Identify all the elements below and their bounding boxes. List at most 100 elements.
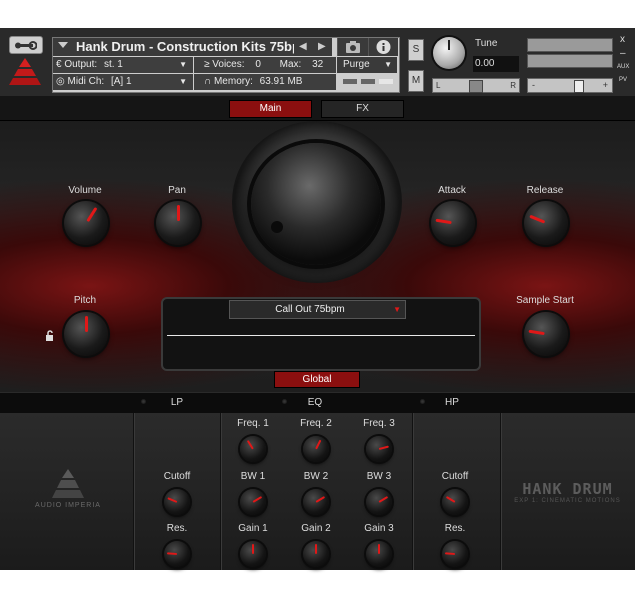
output-row[interactable]: € Output: st. 1 ▼ [53,57,193,73]
lp-res-knob[interactable] [164,541,190,567]
gain3-label: Gain 3 [364,523,394,534]
lp-cutoff-knob[interactable] [164,489,190,515]
pan-slider[interactable]: L R [432,78,520,93]
voices-icon: ≥ [204,59,210,70]
attack-knob[interactable] [431,201,475,245]
output-dropdown-icon: ▼ [179,60,187,69]
gain1-label: Gain 1 [238,523,268,534]
divider [133,413,134,570]
aux-button[interactable]: AUX [617,64,629,70]
level-meter-left [527,38,613,52]
volume-slider[interactable]: - + [527,78,613,93]
bw2-knob[interactable] [303,489,329,515]
tune-value[interactable]: 0.00 [473,56,519,72]
eq-label[interactable]: EQ [303,397,327,408]
info-icon[interactable] [368,38,398,56]
tab-main[interactable]: Main [229,100,312,118]
gain2-label: Gain 2 [301,523,331,534]
hp-cutoff-label: Cutoff [441,471,469,482]
volume-label: Volume [68,185,102,196]
pitch-knob[interactable] [64,312,108,356]
memory-row: ∩ Memory: 63.91 MB [194,74,336,90]
mute-button[interactable]: M [408,70,424,92]
sample-select-dropdown[interactable]: Call Out 75bpm ▼ [229,300,406,319]
midi-dropdown-icon: ▼ [179,77,187,86]
bw1-knob[interactable] [240,489,266,515]
pan-right-label: R [510,81,516,90]
audio-imperia-logo-icon [52,469,84,504]
volume-plus-label: + [602,80,608,90]
output-value: st. 1 [103,59,123,70]
snapshot-camera-icon[interactable] [337,38,368,56]
sample-start-label: Sample Start [516,295,574,306]
lock-icon[interactable] [45,328,55,346]
dropdown-arrow-icon: ▼ [393,305,401,314]
minimize-button[interactable]: – [620,48,626,59]
hp-led-icon[interactable] [420,399,425,404]
attack-label: Attack [438,185,466,196]
solo-button[interactable]: S [408,39,424,61]
pv-button[interactable]: PV [619,77,627,83]
waveform-line [167,335,475,336]
instrument-menu-arrow-icon[interactable] [58,42,68,48]
hp-label[interactable]: HP [440,397,464,408]
audio-imperia-wordmark: AUDIO IMPERIA [35,502,101,509]
eq-led-icon[interactable] [282,399,287,404]
tab-fx[interactable]: FX [321,100,404,118]
purge-meter [343,79,393,84]
bw3-knob[interactable] [366,489,392,515]
freq1-knob[interactable] [240,436,266,462]
output-icon: € [56,59,62,70]
product-subtitle: EXP 1: CINEMATIC MOTIONS [514,498,621,504]
pan-knob[interactable] [156,201,200,245]
gain3-knob[interactable] [366,541,392,567]
lp-label[interactable]: LP [165,397,189,408]
freq2-knob[interactable] [303,436,329,462]
voices-label: Voices: [212,59,245,70]
purge-dropdown[interactable]: Purge ▼ [337,57,397,73]
hp-res-knob[interactable] [442,541,468,567]
big-knob[interactable] [251,143,381,265]
hp-cutoff-knob[interactable] [442,489,468,515]
gain1-knob[interactable] [240,541,266,567]
memory-label: Memory: [213,76,253,87]
tab-bar [0,96,635,121]
lp-res-label: Res. [166,523,188,534]
pitch-label: Pitch [73,295,97,306]
divider [220,413,221,570]
memory-icon: ∩ [204,76,212,87]
voices-value: 0 [255,59,261,70]
volume-slider-handle[interactable] [574,80,584,93]
freq3-label: Freq. 3 [363,418,395,429]
sample-start-knob[interactable] [524,312,568,356]
next-instrument-button[interactable]: ▶ [318,41,326,52]
pan-left-label: L [436,81,441,90]
purge-label: Purge [343,59,370,70]
sample-select-value: Call Out 75bpm [275,304,345,315]
wrench-icon [15,41,37,50]
gain2-knob[interactable] [303,541,329,567]
close-button[interactable]: x [620,34,625,45]
freq3-knob[interactable] [366,436,392,462]
instrument-title[interactable]: Hank Drum - Construction Kits 75bpm [76,38,294,56]
tune-knob[interactable] [433,37,465,69]
global-button[interactable]: Global [274,371,360,388]
max-label: Max: [279,59,302,70]
release-knob[interactable] [524,201,568,245]
freq1-label: Freq. 1 [237,418,269,429]
prev-instrument-button[interactable]: ◀ [299,41,307,52]
lp-led-icon[interactable] [141,399,146,404]
divider [412,413,413,570]
instrument-logo-icon [9,58,41,91]
midi-icon: ◎ [56,76,65,87]
wrench-button[interactable] [9,36,43,54]
midi-row[interactable]: ◎ Midi Ch: [A] 1 ▼ [53,74,193,90]
release-label: Release [526,185,564,196]
pan-handle[interactable] [469,80,483,93]
big-knob-indicator-icon [271,221,283,233]
output-label: Output: [64,59,98,70]
max-voices-value[interactable]: 32 [312,59,323,70]
memory-value: 63.91 MB [259,76,303,87]
bw2-label: BW 2 [303,471,329,482]
volume-knob[interactable] [64,201,108,245]
